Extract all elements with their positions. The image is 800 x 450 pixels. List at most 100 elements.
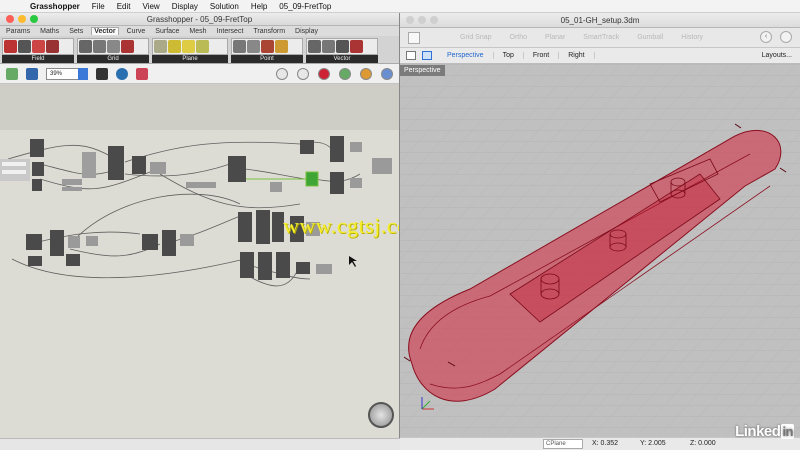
ribbon-group-label: Vector [306, 55, 378, 63]
layouts-menu[interactable]: Layouts... [762, 52, 792, 59]
smarttrack-toggle[interactable]: SmartTrack [583, 34, 619, 41]
grasshopper-titlebar: Grasshopper - 05_09-FretTop [0, 13, 399, 26]
ortho-toggle[interactable]: Ortho [510, 34, 528, 41]
sidebar-toggle-icon[interactable] [408, 32, 420, 44]
zoom-level-field[interactable]: 39% [46, 67, 88, 80]
rhino-window-title: 05_01-GH_setup.3dm [560, 15, 640, 25]
point-component-icon[interactable] [261, 40, 274, 53]
grasshopper-canvas[interactable]: www.cgtsj.com [0, 84, 399, 438]
menu-help[interactable]: Help [251, 2, 267, 11]
point-component-icon[interactable] [275, 40, 288, 53]
menu-display[interactable]: Display [172, 2, 198, 11]
canvas-preview-modes [276, 68, 393, 80]
grid-component-icon[interactable] [121, 40, 134, 53]
viewport-tabs: Perspective Top Front Right Layouts... [400, 48, 800, 64]
rhino-window: 05_01-GH_setup.3dm Grid Snap Ortho Plana… [400, 13, 800, 450]
point-component-icon[interactable] [233, 40, 246, 53]
preview-mesh-icon[interactable] [381, 68, 393, 80]
tab-curve[interactable]: Curve [125, 28, 148, 35]
field-component-icon[interactable] [46, 40, 59, 53]
save-file-icon[interactable] [26, 67, 38, 80]
vector-component-icon[interactable] [350, 40, 363, 53]
canvas-toolbar: 39% [0, 64, 399, 84]
gumball-toggle[interactable]: Gumball [637, 34, 663, 41]
grid-component-icon[interactable] [107, 40, 120, 53]
plane-component-icon[interactable] [196, 40, 209, 53]
menu-file[interactable]: File [92, 2, 105, 11]
preview-wire-icon[interactable] [297, 68, 309, 80]
viewport-scene [400, 64, 800, 437]
ribbon-group-label: Point [231, 55, 303, 63]
grasshopper-window-title: Grasshopper - 05_09-FretTop [146, 14, 253, 24]
coordinate-x: X: 0.352 [592, 440, 619, 447]
field-component-icon[interactable] [4, 40, 17, 53]
sketch-pen-icon[interactable] [136, 67, 148, 80]
preview-eye-icon[interactable] [116, 67, 128, 80]
viewport-name-label[interactable]: Perspective [400, 65, 445, 76]
single-viewport-icon[interactable] [406, 51, 416, 60]
component-ribbon: Field Grid Plane Point Vector [0, 36, 399, 64]
point-component-icon[interactable] [247, 40, 260, 53]
tab-perspective[interactable]: Perspective [438, 52, 494, 59]
ribbon-group-field: Field [2, 38, 74, 63]
plane-component-icon[interactable] [168, 40, 181, 53]
tab-maths[interactable]: Maths [38, 28, 61, 35]
ribbon-group-label: Plane [152, 55, 228, 63]
zoom-extents-icon[interactable] [96, 67, 108, 80]
tab-display[interactable]: Display [293, 28, 320, 35]
grid-component-icon[interactable] [79, 40, 92, 53]
perspective-viewport[interactable] [400, 64, 800, 437]
panel-toggle-icon[interactable] [780, 31, 792, 43]
vector-component-icon[interactable] [322, 40, 335, 53]
history-toggle[interactable]: History [681, 34, 703, 41]
cplane-dropdown[interactable]: CPlane [543, 439, 583, 449]
ribbon-group-grid: Grid [77, 38, 149, 63]
linkedin-logo-text: Linked [735, 423, 781, 440]
menu-edit[interactable]: Edit [117, 2, 131, 11]
field-component-icon[interactable] [18, 40, 31, 53]
vector-component-icon[interactable] [308, 40, 321, 53]
tab-vector[interactable]: Vector [91, 27, 119, 35]
graph-components [0, 136, 392, 280]
preview-mode-icon[interactable] [276, 68, 288, 80]
back-arrow-icon[interactable]: ‹ [760, 31, 772, 43]
coordinate-y: Y: 2.005 [640, 440, 666, 447]
quad-viewport-icon[interactable] [422, 51, 432, 60]
ribbon-group-plane: Plane [152, 38, 228, 63]
tab-right[interactable]: Right [559, 52, 595, 59]
plane-component-icon[interactable] [154, 40, 167, 53]
tab-params[interactable]: Params [4, 28, 32, 35]
tab-mesh[interactable]: Mesh [187, 28, 208, 35]
tab-surface[interactable]: Surface [153, 28, 181, 35]
grid-component-icon[interactable] [93, 40, 106, 53]
menu-document[interactable]: 05_09-FretTop [279, 2, 331, 11]
open-file-icon[interactable] [6, 67, 18, 80]
component-graph [0, 136, 392, 287]
tab-sets[interactable]: Sets [67, 28, 85, 35]
zoom-dropdown-icon[interactable] [78, 67, 88, 80]
tab-transform[interactable]: Transform [251, 28, 287, 35]
menu-bar: Grasshopper File Edit View Display Solut… [0, 0, 800, 13]
preview-shaded-icon[interactable] [318, 68, 330, 80]
menu-solution[interactable]: Solution [210, 2, 239, 11]
tab-top[interactable]: Top [494, 52, 524, 59]
navigation-wheel-icon[interactable] [368, 402, 394, 428]
tab-intersect[interactable]: Intersect [215, 28, 246, 35]
rhino-modeling-aids-toolbar: Grid Snap Ortho Planar SmartTrack Gumbal… [400, 28, 800, 48]
field-component-icon[interactable] [32, 40, 45, 53]
canvas-horizontal-scrollbar[interactable] [0, 438, 400, 450]
linkedin-logo: Linked in [735, 423, 794, 440]
preview-selected-icon[interactable] [339, 68, 351, 80]
apple-icon[interactable] [10, 1, 20, 11]
preview-material-icon[interactable] [360, 68, 372, 80]
ribbon-group-point: Point [231, 38, 303, 63]
menu-view[interactable]: View [142, 2, 159, 11]
plane-component-icon[interactable] [182, 40, 195, 53]
tab-front[interactable]: Front [524, 52, 560, 59]
ribbon-group-label: Grid [77, 55, 149, 63]
menu-app-grasshopper[interactable]: Grasshopper [30, 2, 80, 11]
linkedin-in-badge: in [781, 424, 794, 439]
vector-component-icon[interactable] [336, 40, 349, 53]
planar-toggle[interactable]: Planar [545, 34, 565, 41]
grid-snap-toggle[interactable]: Grid Snap [460, 34, 492, 41]
